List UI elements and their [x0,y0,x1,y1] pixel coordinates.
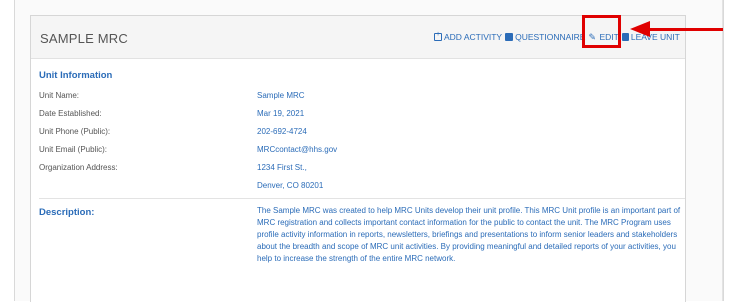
description-text: The Sample MRC was created to help MRC U… [257,206,681,263]
unit-email-label: Unit Email (Public): [39,145,108,154]
edit-highlight-box [582,15,621,48]
questionnaire-label: QUESTIONNAIRE [515,32,586,42]
add-activity-button[interactable]: ADD ACTIVITY [434,31,503,42]
section-divider [39,198,685,199]
add-activity-icon [434,31,442,41]
unit-email-value[interactable]: MRCcontact@hhs.gov [257,145,337,154]
leave-unit-icon [621,33,629,41]
annotation-arrow-head [630,21,650,37]
description-heading: Description: [39,207,95,218]
address-line-2: Denver, CO 80201 [257,181,324,190]
organization-address-label: Organization Address: [39,163,118,172]
add-activity-label: ADD ACTIVITY [444,32,503,42]
annotation-arrow-line [648,28,723,31]
address-line-1: 1234 First St., [257,163,307,172]
unit-name-value: Sample MRC [257,91,305,100]
unit-phone-label: Unit Phone (Public): [39,127,111,136]
card-title: SAMPLE MRC [40,31,128,46]
date-established-value: Mar 19, 2021 [257,109,305,118]
questionnaire-icon [505,33,514,41]
right-divider [722,0,723,301]
unit-name-label: Unit Name: [39,91,80,100]
date-established-label: Date Established: [39,109,102,118]
unit-phone-value: 202-692-4724 [257,127,307,136]
questionnaire-button[interactable]: QUESTIONNAIRE [505,32,585,42]
unit-information-heading: Unit Information [39,70,113,81]
